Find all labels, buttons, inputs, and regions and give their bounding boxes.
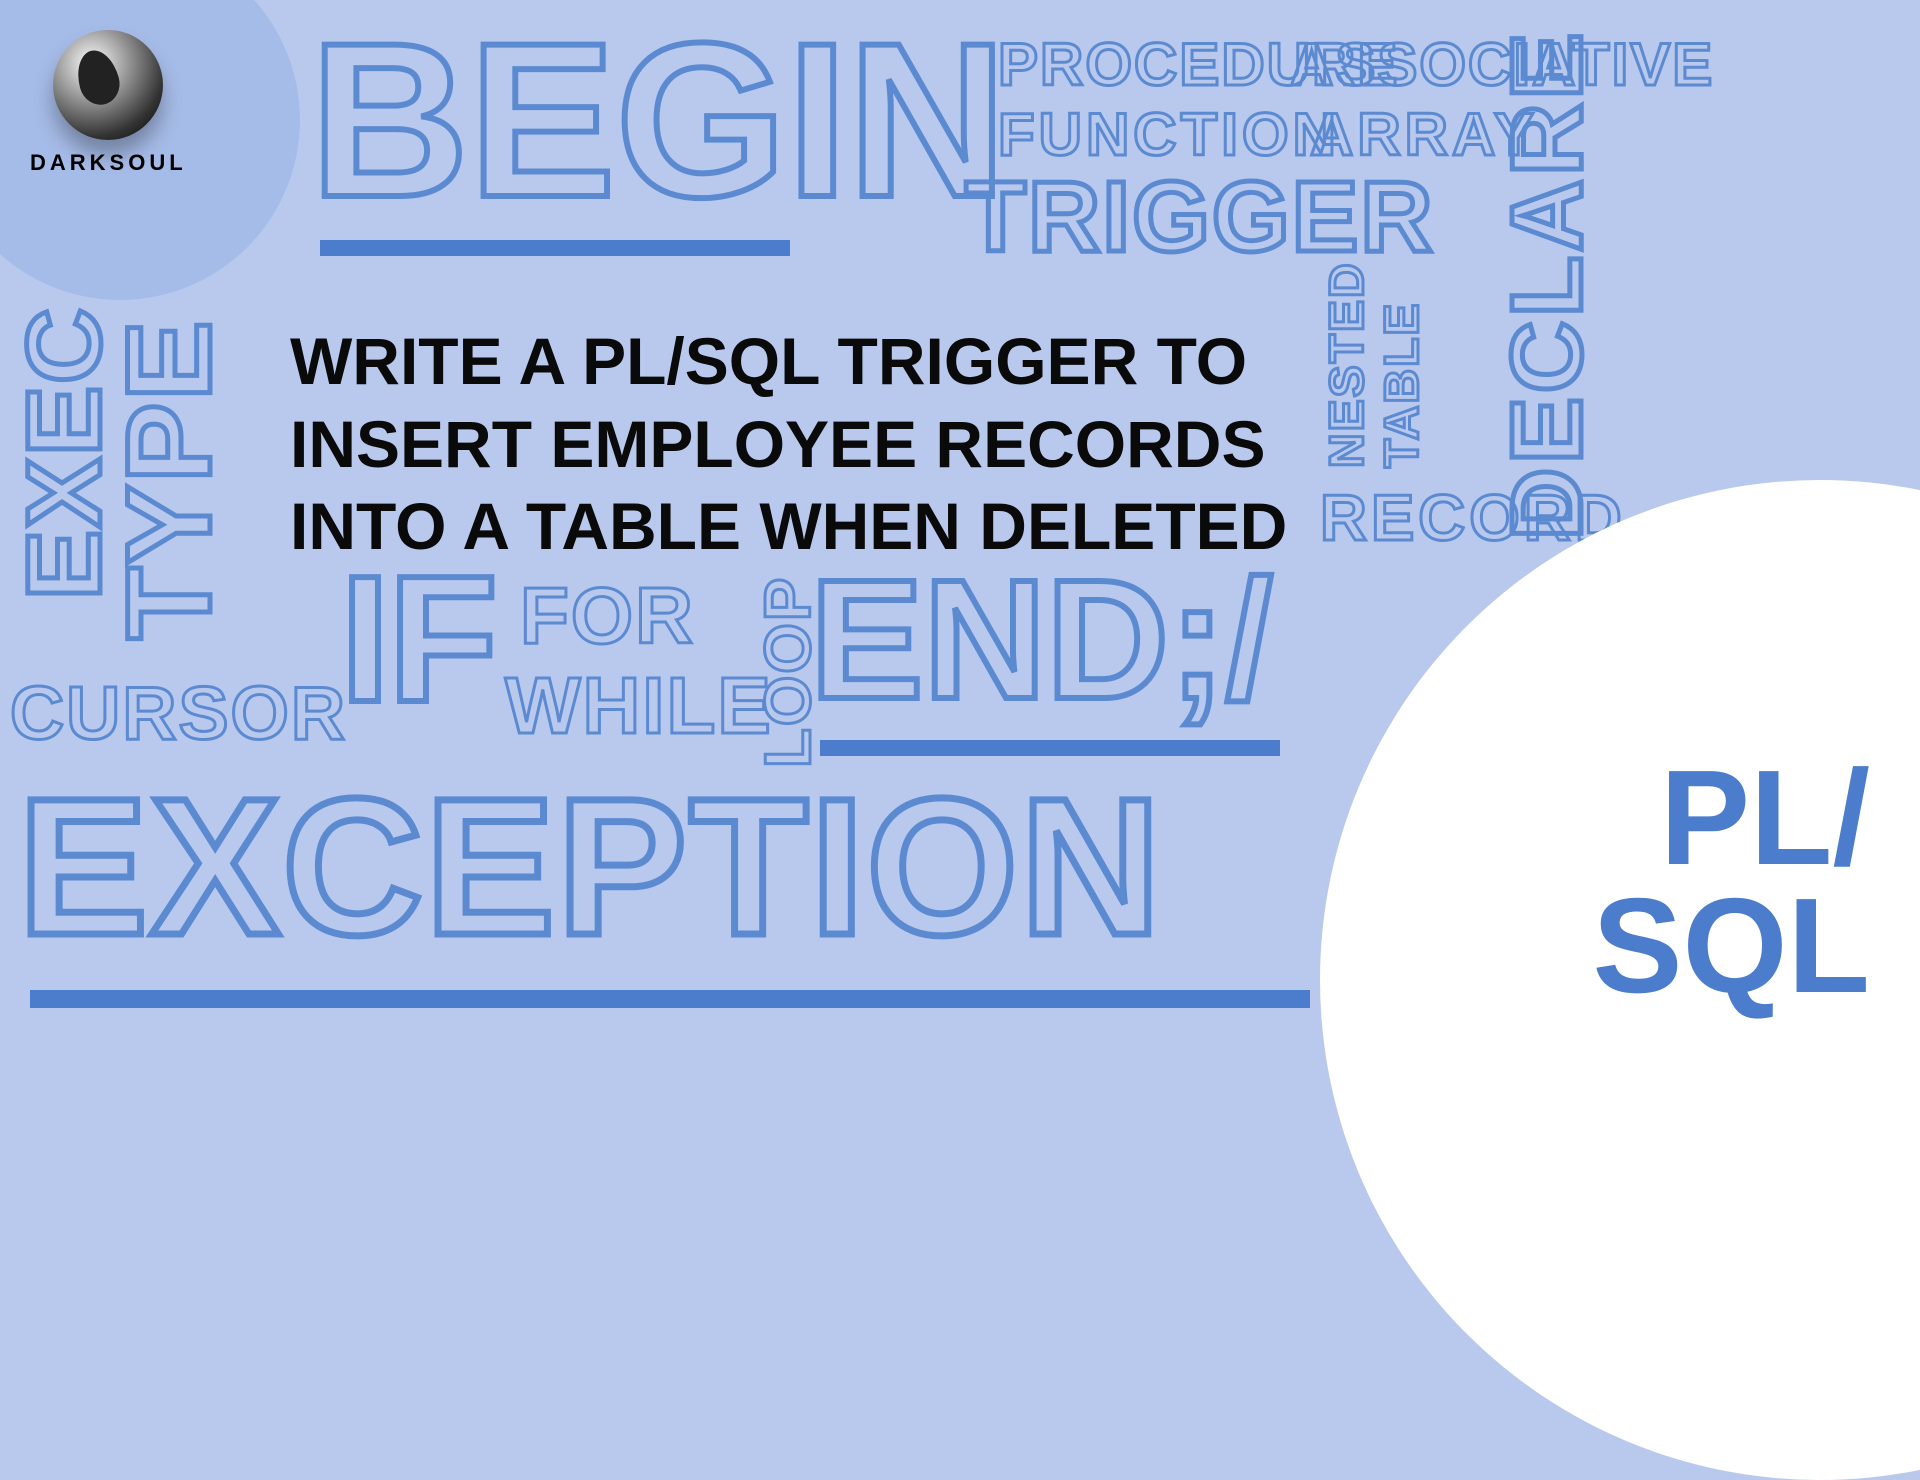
exception-underline [30,990,1310,1008]
begin-underline [320,240,790,256]
plsql-badge: PL/ SQL [1592,754,1870,1011]
keyword-table: TABLE [1375,302,1430,468]
logo-text: DARKSOUL [30,150,187,176]
keyword-while: WHILE [505,660,773,752]
keyword-exception: EXCEPTION [18,770,1163,965]
keyword-begin: BEGIN [310,10,1007,230]
keyword-end: END;/ [810,555,1273,725]
keyword-for: FOR [520,570,695,662]
logo-sphere-icon [53,30,163,140]
keyword-type: TYPE [100,319,238,640]
keyword-trigger: TRIGGER [965,160,1435,275]
keyword-declare: DECLARE [1490,29,1605,540]
main-title: WRITE A PL/SQL TRIGGER TO INSERT EMPLOYE… [290,320,1300,568]
brand-logo: DARKSOUL [30,30,187,176]
end-underline [820,740,1280,756]
plsql-line1: PL/ [1592,754,1870,882]
keyword-cursor: CURSOR [10,670,347,756]
plsql-line2: SQL [1592,882,1870,1010]
keyword-if: IF [340,550,496,730]
keyword-nested: NESTED [1320,261,1375,468]
keyword-function: FUNCTION [998,100,1340,169]
